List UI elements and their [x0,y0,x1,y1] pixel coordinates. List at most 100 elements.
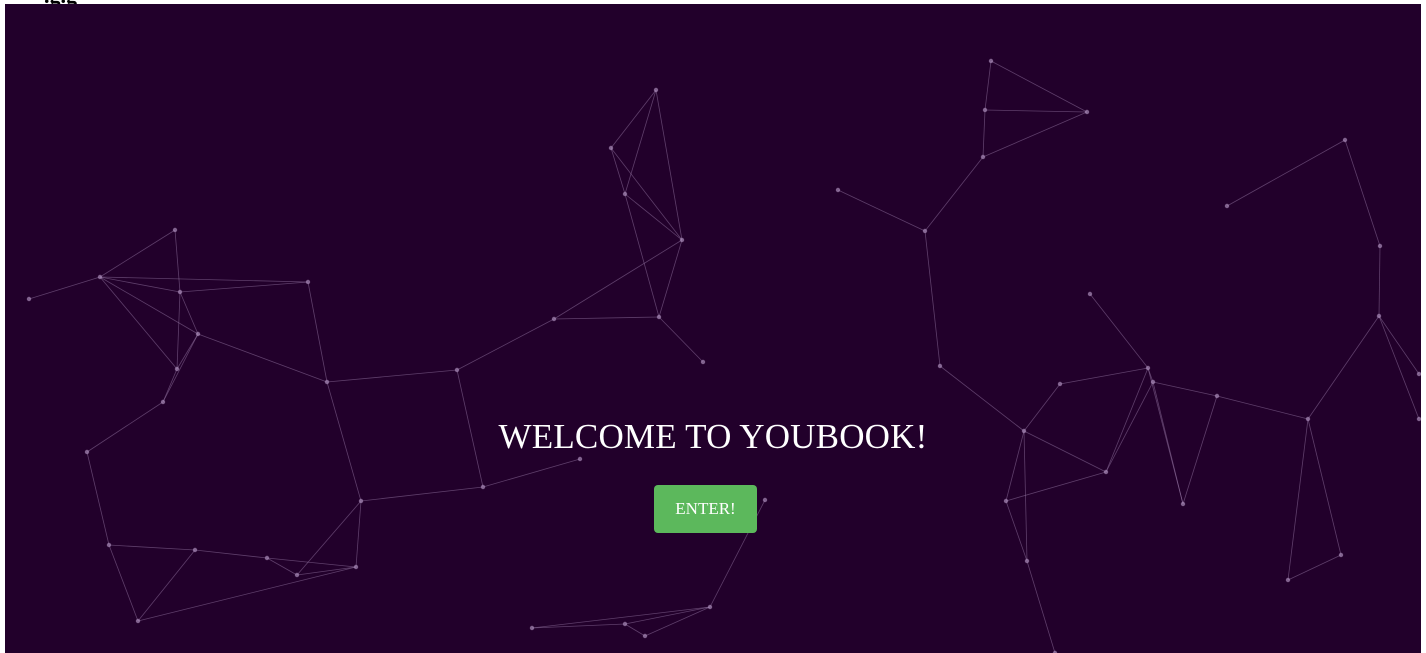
network-edge [360,486,484,502]
network-node [97,274,103,280]
network-edge [1216,395,1309,420]
network-edge [174,229,181,293]
network-edge [194,549,268,559]
network-edge [984,60,992,111]
network-node [551,316,557,322]
network-node [106,542,112,548]
network-edge [99,276,309,283]
network-node [622,621,628,627]
network-edge [99,276,181,293]
network-edge [982,111,1088,158]
network-edge [1026,560,1056,653]
network-node [700,359,706,365]
network-node [653,87,659,93]
network-node [305,279,311,285]
network-edge [296,566,357,576]
network-node [1084,109,1090,115]
network-node [1150,379,1156,385]
network-edge [179,291,199,335]
network-node [988,58,994,64]
network-edge [624,193,683,241]
network-edge [1152,381,1218,397]
network-node [1416,371,1421,377]
network-edge [99,276,199,335]
network-node [174,366,180,372]
network-edge [655,89,683,241]
network-edge [624,623,646,637]
enter-button[interactable]: ENTER! [654,485,757,533]
network-edge [553,316,660,320]
network-node [294,572,300,578]
network-edge [610,147,626,195]
network-edge [1059,367,1149,385]
network-edge [355,500,362,568]
network-node [835,187,841,193]
network-node [577,456,583,462]
network-edge [990,60,1088,113]
network-edge [108,544,139,622]
network-edge [624,89,657,195]
network-edge [610,89,657,149]
network-node [1285,577,1291,583]
network-node [1003,498,1009,504]
network-edge [531,606,711,629]
network-edge [982,109,986,158]
network-node [26,296,32,302]
network-edge [1005,500,1028,562]
network-edge [197,333,328,383]
network-edge [99,276,178,370]
network-edge [108,544,196,551]
network-node [480,484,486,490]
network-edge [1005,471,1107,502]
network-node [980,154,986,160]
network-node [160,399,166,405]
network-node [1376,313,1382,319]
particle-network [26,58,1421,653]
network-edge [1287,554,1342,581]
network-node [679,237,685,243]
network-node [656,314,662,320]
network-node [358,498,364,504]
network-edge [610,147,683,241]
network-node [324,379,330,385]
network-edge [137,549,196,622]
network-node [622,191,628,197]
network-edge [658,316,704,363]
network-edge [658,239,683,318]
network-node [177,289,183,295]
network-node [454,367,460,373]
network-node [707,604,713,610]
network-node [937,363,943,369]
network-edge [307,281,328,383]
network-edge [1089,293,1149,369]
network-edge [984,109,1088,113]
network-edge [162,333,199,403]
network-edge [99,229,176,278]
network-node [529,625,535,631]
network-node [922,228,928,234]
network-edge [176,291,181,370]
network-edge [1344,139,1381,247]
network-edge [1307,315,1380,420]
network-edge [1378,315,1420,375]
network-node [1338,552,1344,558]
network-edge [1378,245,1381,317]
network-edge [326,369,458,383]
network-edge [482,458,581,488]
network-edge [1378,315,1420,420]
network-node [172,227,178,233]
network-edge [1226,139,1346,207]
particle-background: WELCOME TO YOUBOOK! ENTER! [5,4,1421,653]
network-node [642,633,648,639]
network-node [1214,393,1220,399]
network-node [762,497,768,503]
network-node [192,547,198,553]
network-edge [924,230,941,367]
welcome-heading: WELCOME TO YOUBOOK! [498,417,928,456]
network-node [1224,203,1230,209]
network-node [264,555,270,561]
network-edge [137,566,357,622]
network-node [1145,365,1151,371]
network-node [608,145,614,151]
network-node [1342,137,1348,143]
